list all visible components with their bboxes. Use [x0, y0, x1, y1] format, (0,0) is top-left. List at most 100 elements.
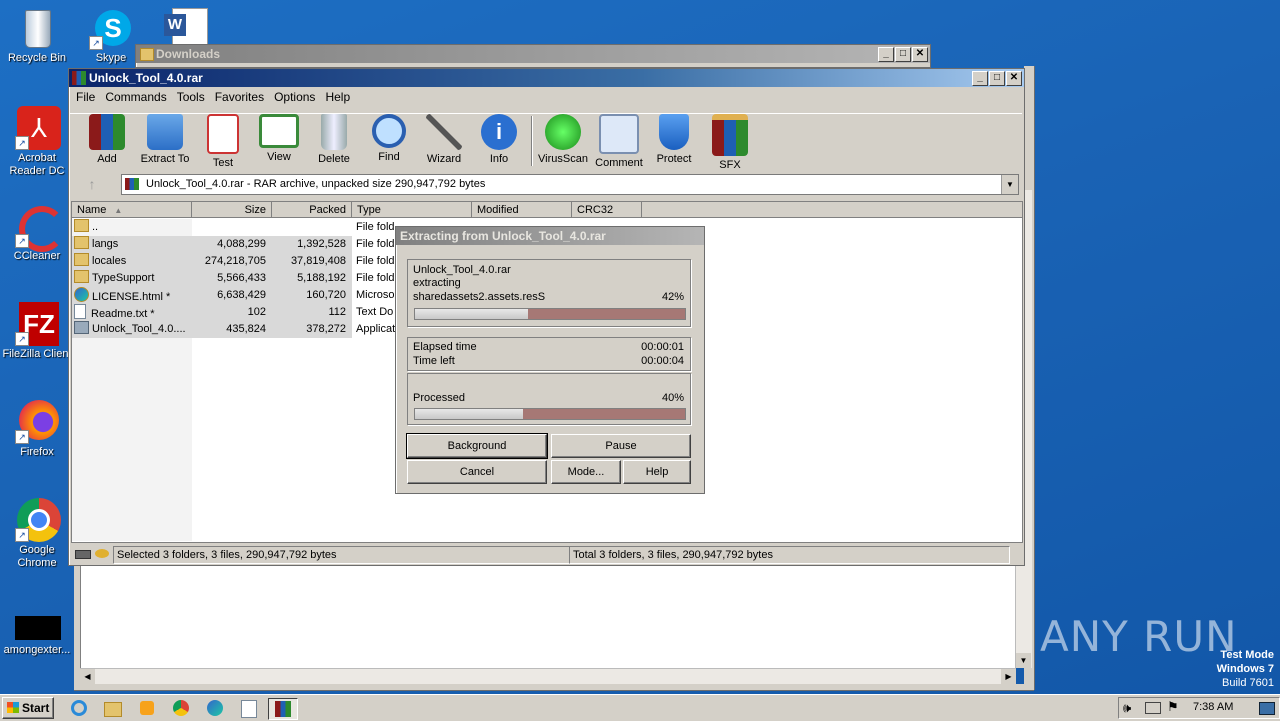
- status-left-panel: Selected 3 folders, 3 files, 290,947,792…: [113, 546, 570, 564]
- folder-icon: [74, 270, 89, 283]
- scroll-left-arrow-icon[interactable]: ◀: [80, 669, 95, 684]
- flag-icon[interactable]: ⚑: [1167, 699, 1179, 715]
- scroll-right-arrow-icon[interactable]: ▶: [1001, 669, 1016, 684]
- test-mode-text: Test Mode Windows 7 Build 7601: [1217, 648, 1274, 690]
- pause-button[interactable]: Pause: [551, 434, 691, 458]
- column-modified[interactable]: Modified: [472, 202, 572, 218]
- file-packed: 1,392,528: [297, 238, 346, 250]
- desktop-icon-chrome[interactable]: ↗ Google Chrome: [0, 498, 74, 570]
- test-clipboard-icon: [207, 114, 239, 154]
- desktop-icon-label: Firefox: [20, 446, 54, 458]
- wizard-label: Wizard: [426, 153, 462, 165]
- file-name: ..: [92, 221, 99, 233]
- minimize-button[interactable]: _: [972, 71, 988, 86]
- notepad-icon[interactable]: [238, 698, 260, 718]
- file-type: Applicat: [356, 323, 396, 335]
- test-button[interactable]: Test: [195, 114, 251, 169]
- downloads-window[interactable]: Downloads _ □ ✕: [135, 44, 931, 68]
- help-button[interactable]: Help: [623, 460, 691, 484]
- sfx-button[interactable]: SFX: [702, 114, 758, 171]
- delete-label: Delete: [318, 153, 350, 165]
- desktop-icon-recycle-bin[interactable]: Recycle Bin: [0, 6, 74, 65]
- clock[interactable]: 7:38 AM: [1193, 701, 1233, 713]
- shortcut-arrow-icon: ↗: [15, 528, 29, 542]
- desktop-icon-amongexter[interactable]: amongexter...: [0, 616, 74, 657]
- file-type: Microso: [356, 289, 395, 301]
- ie-icon[interactable]: [68, 698, 90, 718]
- chrome-taskbar-icon[interactable]: [170, 698, 192, 718]
- column-packed[interactable]: Packed: [272, 202, 352, 218]
- dialog-titlebar[interactable]: Extracting from Unlock_Tool_4.0.rar: [396, 227, 704, 245]
- desktop-icon-filezilla[interactable]: FZ ↗ FileZilla Client: [0, 302, 74, 361]
- file-type: Text Do: [356, 306, 394, 318]
- maximize-button[interactable]: □: [895, 47, 911, 62]
- add-label: Add: [97, 153, 117, 165]
- explorer-icon[interactable]: [102, 698, 124, 718]
- menu-tools[interactable]: Tools: [172, 87, 210, 107]
- up-arrow-button[interactable]: ↑: [79, 175, 105, 193]
- start-button[interactable]: Start: [2, 697, 54, 719]
- wizard-button[interactable]: Wizard: [416, 114, 472, 165]
- file-row[interactable]: TypeSupport 5,566,433 5,188,192 File fold: [72, 270, 395, 287]
- file-row[interactable]: Unlock_Tool_4.0.... 435,824 378,272 Applica…: [72, 321, 395, 338]
- maximize-button[interactable]: □: [989, 71, 1005, 86]
- file-packed: 378,272: [306, 323, 346, 335]
- desktop-icon-ccleaner[interactable]: ↗ CCleaner: [0, 204, 74, 263]
- address-combo[interactable]: Unlock_Tool_4.0.rar - RAR archive, unpac…: [121, 174, 1019, 195]
- desktop-icon-label: amongexter...: [3, 644, 71, 656]
- toolbar: Add Extract To Test View Delete Find Wiz…: [69, 113, 1022, 171]
- file-progress-fill: [415, 309, 529, 319]
- virusscan-button[interactable]: VirusScan: [535, 114, 591, 165]
- word-document-icon[interactable]: W: [164, 8, 210, 48]
- find-button[interactable]: Find: [361, 114, 417, 163]
- winrar-taskbar-icon[interactable]: [268, 698, 298, 720]
- menu-favorites[interactable]: Favorites: [210, 87, 269, 107]
- media-player-icon[interactable]: [136, 698, 158, 718]
- scroll-down-arrow-icon[interactable]: ▼: [1016, 653, 1031, 668]
- file-row[interactable]: LICENSE.html * 6,638,429 160,720 Microso: [72, 287, 395, 304]
- background-button[interactable]: Background: [406, 433, 548, 459]
- recycle-bin-icon: [15, 6, 59, 50]
- close-button[interactable]: ✕: [912, 47, 928, 62]
- file-progress-bar: [414, 308, 686, 320]
- comment-button[interactable]: Comment: [591, 114, 647, 169]
- downloads-titlebar[interactable]: Downloads _ □ ✕: [136, 45, 930, 63]
- minimize-button[interactable]: _: [878, 47, 894, 62]
- extract-progress-dialog[interactable]: Extracting from Unlock_Tool_4.0.rar Unlo…: [395, 226, 705, 494]
- downloads-horizontal-scrollbar[interactable]: ◀ ▶: [80, 668, 1016, 685]
- delete-button[interactable]: Delete: [306, 114, 362, 165]
- column-crc32[interactable]: CRC32: [572, 202, 642, 218]
- menu-commands[interactable]: Commands: [100, 87, 171, 107]
- desktop-icon-firefox[interactable]: ↗ Firefox: [0, 400, 74, 459]
- network-icon[interactable]: [1145, 702, 1161, 714]
- protect-button[interactable]: Protect: [646, 114, 702, 165]
- close-button[interactable]: ✕: [1006, 71, 1022, 86]
- dropdown-arrow-icon[interactable]: ▼: [1001, 175, 1018, 194]
- view-button[interactable]: View: [251, 114, 307, 163]
- winrar-title: Unlock_Tool_4.0.rar: [89, 71, 203, 85]
- edge-icon[interactable]: [204, 698, 226, 718]
- add-button[interactable]: Add: [79, 114, 135, 165]
- shield-icon: [659, 114, 689, 150]
- current-file: sharedassets2.assets.resS: [413, 291, 546, 303]
- file-row[interactable]: Readme.txt * 102 112 Text Do: [72, 304, 393, 321]
- winrar-titlebar[interactable]: Unlock_Tool_4.0.rar _ □ ✕: [69, 69, 1024, 87]
- cancel-button[interactable]: Cancel: [407, 460, 547, 484]
- column-type[interactable]: Type: [352, 202, 472, 218]
- file-row[interactable]: locales 274,218,705 37,819,408 File fold: [72, 253, 395, 270]
- info-button[interactable]: i Info: [471, 114, 527, 165]
- show-desktop-icon[interactable]: [1259, 702, 1275, 715]
- file-row[interactable]: langs 4,088,299 1,392,528 File fold: [72, 236, 395, 253]
- menu-options[interactable]: Options: [269, 87, 320, 107]
- desktop-icon-acrobat[interactable]: ⅄ ↗ Acrobat Reader DC: [0, 106, 74, 178]
- column-name[interactable]: Name ▲: [72, 202, 192, 218]
- menu-help[interactable]: Help: [320, 87, 355, 107]
- menu-file[interactable]: File: [71, 87, 100, 107]
- file-row[interactable]: .. File fold: [72, 219, 395, 236]
- file-type: File fold: [356, 238, 395, 250]
- column-size[interactable]: Size: [192, 202, 272, 218]
- mode-button[interactable]: Mode...: [551, 460, 621, 484]
- extract-to-button[interactable]: Extract To: [137, 114, 193, 165]
- volume-icon[interactable]: 🕪: [1123, 700, 1131, 716]
- file-packed: 160,720: [306, 289, 346, 301]
